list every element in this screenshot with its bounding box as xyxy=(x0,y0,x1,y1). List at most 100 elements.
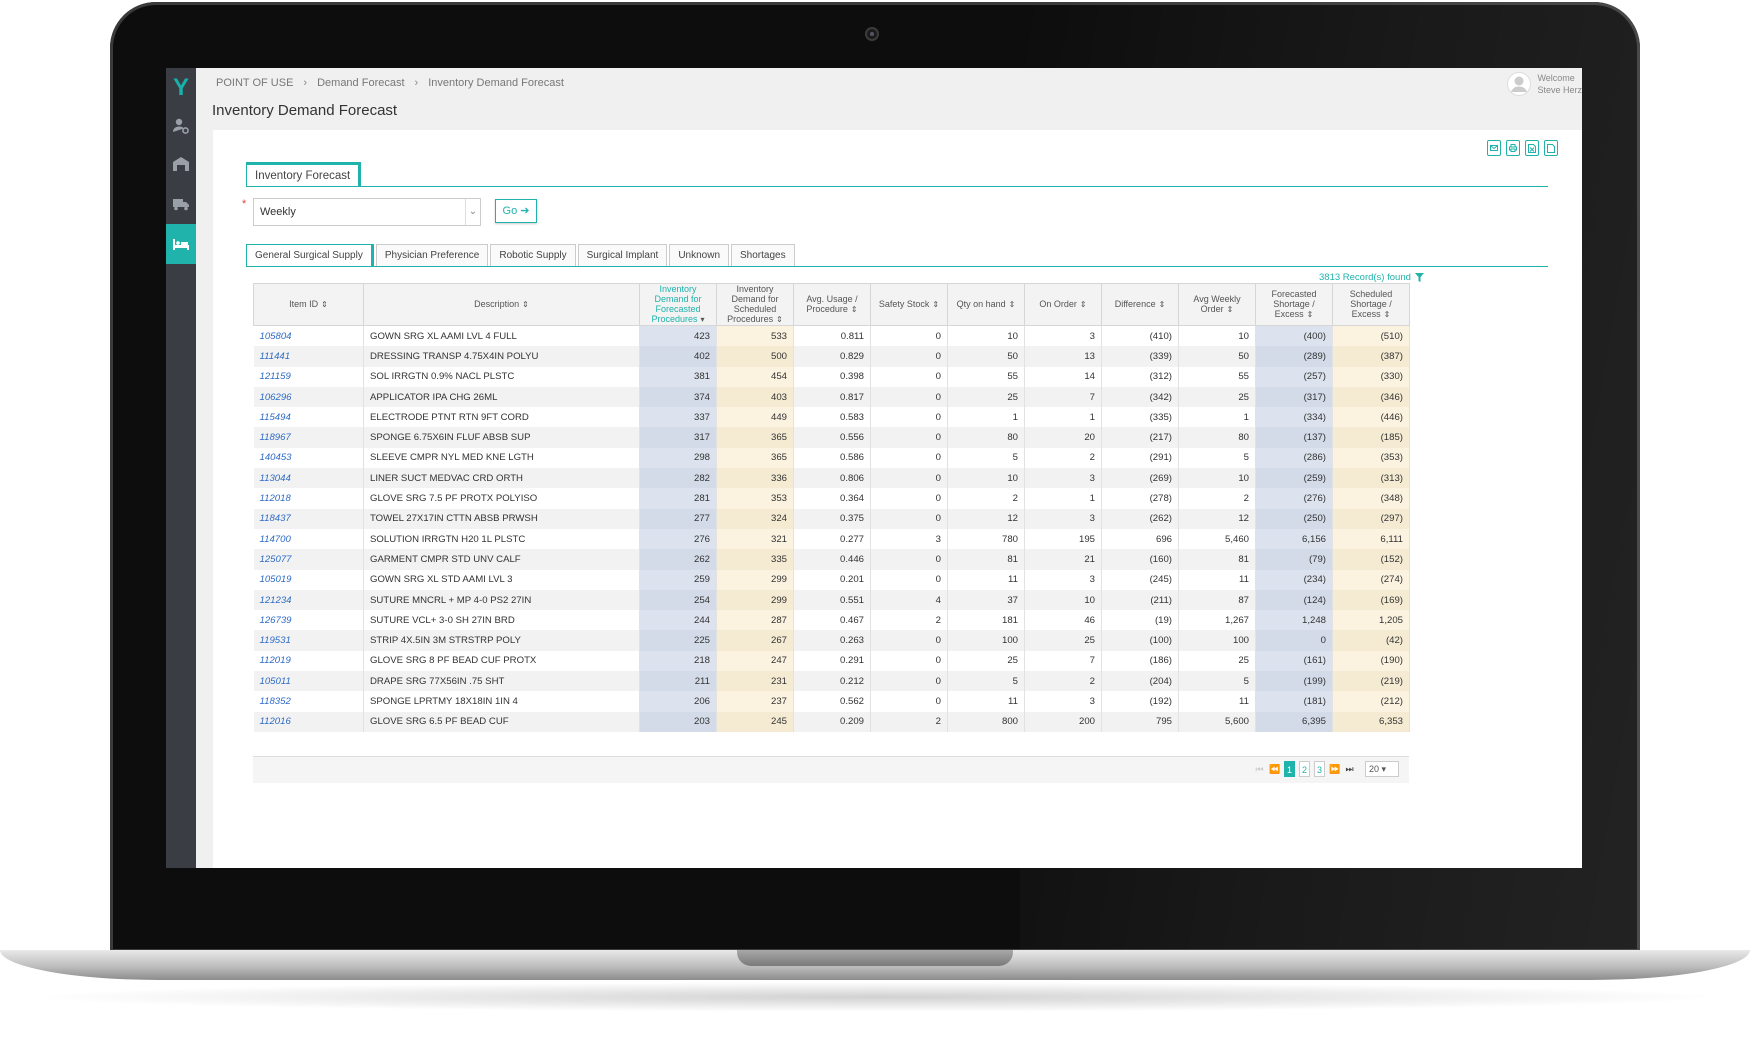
sort-desc-icon[interactable]: ▾ xyxy=(701,315,705,325)
table-row[interactable]: 126739 SUTURE VCL+ 3-0 SH 27IN BRD 244 287 0… xyxy=(253,610,1410,631)
tab-unknown[interactable]: Unknown xyxy=(669,244,730,266)
column-header-avg-usage[interactable]: Avg. Usage / Procedure ⇕ xyxy=(793,283,871,326)
item-id-link[interactable]: 112019 xyxy=(253,650,364,672)
sort-icon[interactable]: ⇕ xyxy=(522,300,529,310)
last-page-icon[interactable]: ⏭ xyxy=(1344,761,1355,777)
table-row[interactable]: 140453 SLEEVE CMPR NYL MED KNE LGTH 298 365… xyxy=(253,447,1410,469)
page-button[interactable]: 3 xyxy=(1314,761,1325,777)
item-id-link[interactable]: 114700 xyxy=(253,528,364,550)
filter-icon[interactable] xyxy=(1414,273,1424,282)
print-icon[interactable] xyxy=(1506,140,1520,156)
item-id-link[interactable]: 118967 xyxy=(253,427,364,448)
table-row[interactable]: 121159 SOL IRRGTN 0.9% NACL PLSTC 381 454 0.… xyxy=(253,366,1410,387)
prev-page-icon[interactable]: ⏪ xyxy=(1269,761,1280,777)
item-id-link[interactable]: 119531 xyxy=(253,630,364,651)
item-id-link[interactable]: 121234 xyxy=(253,589,364,611)
tab-robotic-supply[interactable]: Robotic Supply xyxy=(490,244,576,266)
item-id-link[interactable]: 105804 xyxy=(253,325,364,347)
column-header-scheduled-demand[interactable]: Inventory Demand for Scheduled Procedure… xyxy=(716,283,794,326)
column-header-avg-weekly-order[interactable]: Avg Weekly Order ⇕ xyxy=(1178,283,1256,326)
breadcrumb-item[interactable]: POINT OF USE xyxy=(216,77,293,89)
column-header-description[interactable]: Description ⇕ xyxy=(363,283,640,326)
next-page-icon[interactable]: ⏩ xyxy=(1329,761,1340,777)
table-row[interactable]: 118967 SPONGE 6.75X6IN FLUF ABSB SUP 317 36… xyxy=(253,427,1410,448)
page-size-select[interactable]: 20 ▾ xyxy=(1365,761,1399,777)
sort-icon[interactable]: ⇕ xyxy=(776,315,783,325)
column-header-difference[interactable]: Difference ⇕ xyxy=(1101,283,1179,326)
go-button[interactable]: Go ➔ xyxy=(495,199,537,223)
page-button[interactable]: 2 xyxy=(1299,761,1310,777)
item-id-link[interactable]: 118437 xyxy=(253,508,364,529)
item-id-link[interactable]: 105019 xyxy=(253,569,364,590)
column-header-item-id[interactable]: Item ID ⇕ xyxy=(253,283,364,326)
sort-icon[interactable]: ⇕ xyxy=(851,305,858,315)
table-cell-forecasted-shortage: (199) xyxy=(1255,671,1333,692)
sort-icon[interactable]: ⇕ xyxy=(1384,310,1391,320)
app-logo[interactable]: Y xyxy=(166,74,196,102)
item-id-link[interactable]: 125077 xyxy=(253,549,364,570)
table-row[interactable]: 125077 GARMENT CMPR STD UNV CALF 262 335 0.4… xyxy=(253,549,1410,570)
pdf-export-icon[interactable] xyxy=(1544,140,1558,156)
tab-physician-preference[interactable]: Physician Preference xyxy=(375,244,489,266)
period-select[interactable]: Weekly ⌄ xyxy=(253,198,481,226)
item-id-link[interactable]: 140453 xyxy=(253,447,364,469)
table-row[interactable]: 118352 SPONGE LPRTMY 18X18IN 1IN 4 206 237 0… xyxy=(253,691,1410,712)
table-row[interactable]: 114700 SOLUTION IRRGTN H20 1L PLSTC 276 321… xyxy=(253,528,1410,550)
bed-icon[interactable] xyxy=(166,224,196,264)
table-row[interactable]: 118437 TOWEL 27X17IN CTTN ABSB PRWSH 277 32… xyxy=(253,508,1410,529)
sort-icon[interactable]: ⇕ xyxy=(932,300,939,310)
item-id-link[interactable]: 105011 xyxy=(253,671,364,692)
item-id-link[interactable]: 106296 xyxy=(253,386,364,408)
table-row[interactable]: 112018 GLOVE SRG 7.5 PF PROTX POLYISO 281 3… xyxy=(253,488,1410,509)
item-id-link[interactable]: 113044 xyxy=(253,468,364,489)
sort-icon[interactable]: ⇕ xyxy=(1227,305,1234,315)
column-header-qty-on-hand[interactable]: Qty on hand ⇕ xyxy=(947,283,1025,326)
table-row[interactable]: 105011 DRAPE SRG 77X56IN .75 SHT 211 231 0.2… xyxy=(253,671,1410,692)
table-row[interactable]: 119531 STRIP 4X.5IN 3M STRSTRP POLY 225 267… xyxy=(253,630,1410,651)
column-header-forecasted-shortage[interactable]: Forecasted Shortage / Excess ⇕ xyxy=(1255,283,1333,326)
table-cell-difference: (291) xyxy=(1101,447,1179,469)
item-id-link[interactable]: 121159 xyxy=(253,366,364,387)
chevron-right-icon: › xyxy=(303,77,308,89)
item-id-link[interactable]: 112018 xyxy=(253,488,364,509)
table-cell-avg-usage: 0.556 xyxy=(793,427,871,448)
sort-icon[interactable]: ⇕ xyxy=(1159,300,1166,310)
excel-export-icon[interactable] xyxy=(1525,140,1539,156)
user-menu[interactable]: Welcome Steve Herz xyxy=(1507,72,1582,96)
table-cell-scheduled-demand: 336 xyxy=(716,468,794,489)
sort-icon[interactable]: ⇕ xyxy=(321,300,328,310)
table-row[interactable]: 105019 GOWN SRG XL STD AAMI LVL 3 259 299 0.… xyxy=(253,569,1410,590)
email-icon[interactable] xyxy=(1487,140,1501,156)
laptop-notch xyxy=(737,950,1013,966)
table-row[interactable]: 111441 DRESSING TRANSP 4.75X4IN POLYU 402 5… xyxy=(253,346,1410,367)
table-row[interactable]: 112019 GLOVE SRG 8 PF BEAD CUF PROTX 218 24… xyxy=(253,650,1410,672)
table-row[interactable]: 112016 GLOVE SRG 6.5 PF BEAD CUF 203 245 0.2… xyxy=(253,711,1410,732)
page-button[interactable]: 1 xyxy=(1284,761,1295,777)
sort-icon[interactable]: ⇕ xyxy=(1307,310,1314,320)
table-row[interactable]: 113044 LINER SUCT MEDVAC CRD ORTH 282 336 0.… xyxy=(253,468,1410,489)
tab-general-surgical-supply[interactable]: General Surgical Supply xyxy=(246,244,374,266)
table-row[interactable]: 106296 APPLICATOR IPA CHG 26ML 374 403 0.817… xyxy=(253,386,1410,408)
item-id-link[interactable]: 111441 xyxy=(253,346,364,367)
column-header-safety-stock[interactable]: Safety Stock ⇕ xyxy=(870,283,948,326)
user-settings-icon[interactable] xyxy=(166,108,196,144)
sort-icon[interactable]: ⇕ xyxy=(1009,300,1016,310)
column-header-forecast-demand[interactable]: Inventory Demand for Forecasted Procedur… xyxy=(639,283,717,326)
sort-icon[interactable]: ⇕ xyxy=(1080,300,1087,310)
table-row[interactable]: 121234 SUTURE MNCRL + MP 4-0 PS2 27IN 254 2… xyxy=(253,589,1410,611)
item-id-link[interactable]: 126739 xyxy=(253,610,364,631)
first-page-icon[interactable]: ⏮ xyxy=(1254,761,1265,777)
tab-shortages[interactable]: Shortages xyxy=(731,244,795,266)
item-id-link[interactable]: 115494 xyxy=(253,407,364,428)
column-header-scheduled-shortage[interactable]: Scheduled Shortage / Excess ⇕ xyxy=(1332,283,1410,326)
warehouse-icon[interactable] xyxy=(166,146,196,182)
truck-icon[interactable] xyxy=(166,186,196,222)
table-row[interactable]: 115494 ELECTRODE PTNT RTN 9FT CORD 337 449 0… xyxy=(253,407,1410,428)
item-id-link[interactable]: 112016 xyxy=(253,711,364,732)
table-row[interactable]: 105804 GOWN SRG XL AAMI LVL 4 FULL 423 533 0… xyxy=(253,325,1410,347)
item-id-link[interactable]: 118352 xyxy=(253,691,364,712)
column-header-on-order[interactable]: On Order ⇕ xyxy=(1024,283,1102,326)
breadcrumb-item[interactable]: Demand Forecast xyxy=(317,77,404,89)
tab-inventory-forecast[interactable]: Inventory Forecast xyxy=(246,162,362,186)
tab-surgical-implant[interactable]: Surgical Implant xyxy=(577,244,668,266)
